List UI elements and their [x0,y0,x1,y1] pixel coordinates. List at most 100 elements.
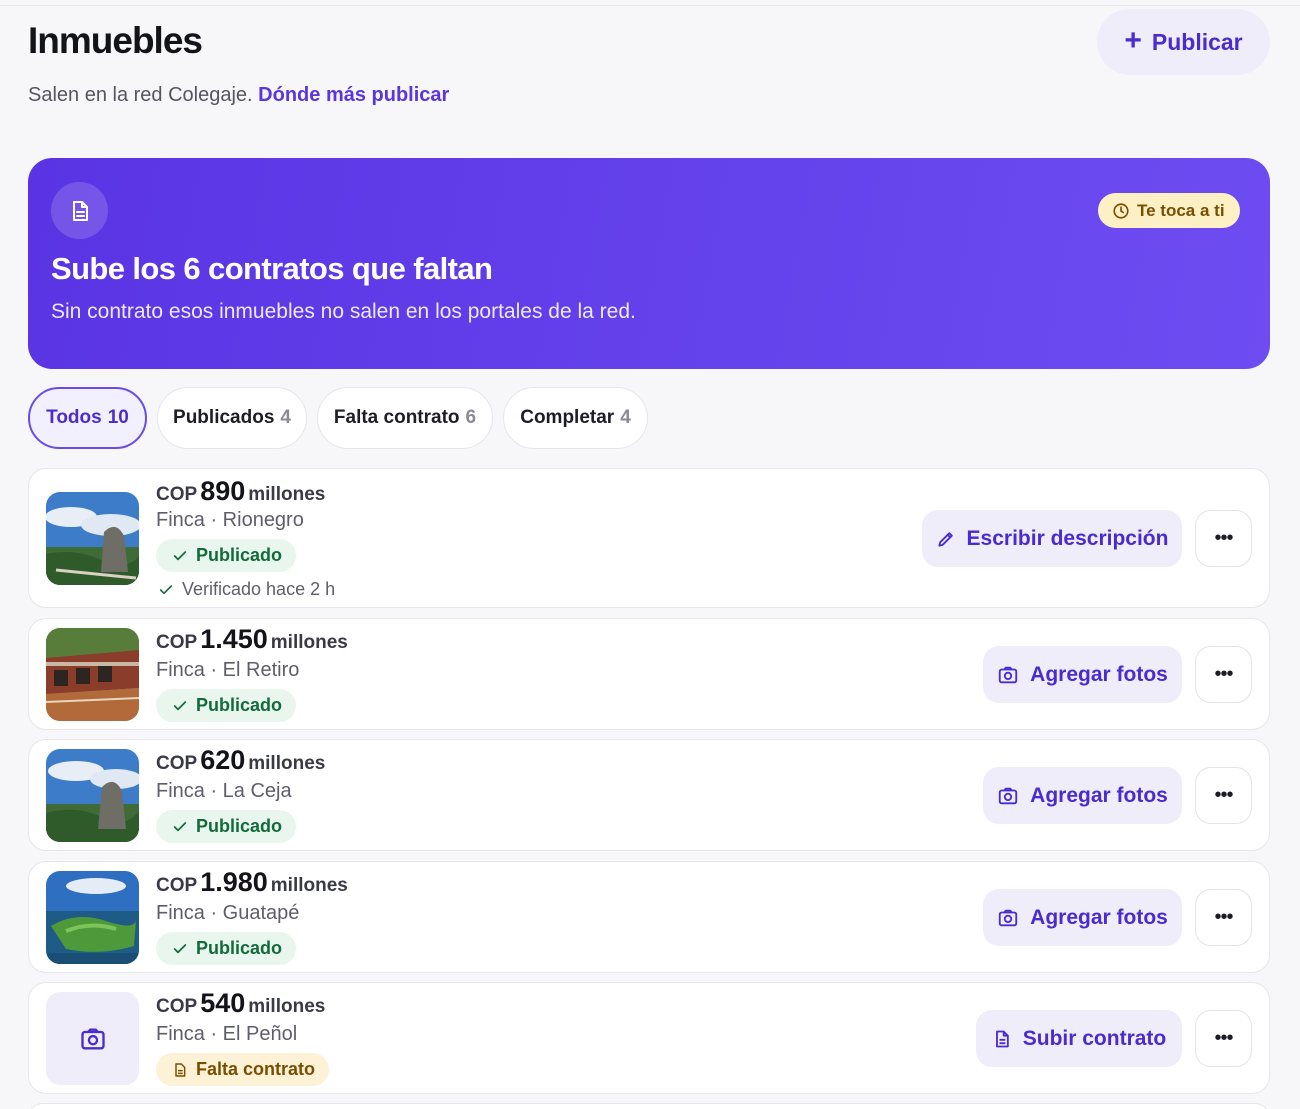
status-label: Publicado [196,938,283,958]
listing-photo [46,492,139,585]
pencil-icon [937,531,953,547]
price-amount: 1.450 [200,624,268,654]
ellipsis-icon: ••• [1214,663,1233,685]
more-options-button[interactable]: ••• [1195,889,1252,946]
status-label: Publicado [196,695,283,715]
action-label: Agregar fotos [1030,662,1168,686]
action-label: Agregar fotos [1030,905,1168,929]
tab-all[interactable]: Todos 10 [28,387,147,449]
more-options-button[interactable]: ••• [1195,510,1252,567]
upload-contract-button[interactable]: Subir contrato [976,1010,1182,1067]
status-label: Publicado [196,545,283,565]
price-unit: millones [248,753,326,774]
action-label: Escribir descripción [966,526,1169,550]
currency: COP [156,875,198,896]
contracts-banner: Sube los 6 contratos que faltan Sin cont… [28,158,1270,369]
check-icon [173,943,187,953]
price-amount: 1.980 [200,867,268,897]
camera-icon [998,666,1018,683]
status-label: Falta contrato [196,1059,316,1079]
top-divider [0,5,1300,6]
page-subtitle: Salen en la red Colegaje. Dónde más publ… [28,84,449,107]
listing-location: Finca · Rionegro [156,509,304,531]
status-badge: Publicado [156,932,297,965]
tab-count: 6 [465,407,477,428]
tab-count: 10 [107,407,129,428]
listing-price: COP 890 millones [156,476,325,507]
check-icon [173,550,187,560]
publish-button[interactable]: + Publicar [1097,9,1270,75]
add-photos-button[interactable]: Agregar fotos [983,767,1182,824]
listing-card[interactable]: COP 1.450 millones Finca · El Retiro Publi… [28,618,1270,730]
price-amount: 620 [200,745,246,775]
listing-card[interactable]: COP 1.980 millones Finca · Guatapé Publica… [28,861,1270,973]
listing-price: COP 620 millones [156,745,325,776]
listing-photo [46,871,139,964]
document-icon [175,1062,186,1077]
listing-photo [46,749,139,842]
status-badge: Publicado [156,539,297,572]
tab-published[interactable]: Publicados 4 [157,387,307,449]
price-amount: 540 [200,988,246,1018]
tab-missing-contract[interactable]: Falta contrato 6 [317,387,493,449]
ellipsis-icon: ••• [1214,784,1233,806]
clock-icon [1113,202,1129,219]
subtitle-text: Salen en la red Colegaje. [28,84,253,106]
more-options-button[interactable]: ••• [1195,1010,1252,1067]
tab-complete[interactable]: Completar 4 [503,387,648,449]
where-else-publish-link[interactable]: Dónde más publicar [258,84,449,106]
currency: COP [156,753,198,774]
check-icon [159,584,173,594]
listing-price: COP 540 millones [156,988,325,1019]
listing-price: COP 1.450 millones [156,624,348,655]
banner-title: Sube los 6 contratos que faltan [51,251,493,286]
banner-text: Sin contrato esos inmuebles no salen en … [51,300,636,323]
tab-label: Publicados [173,407,275,428]
ellipsis-icon: ••• [1214,906,1233,928]
tab-count: 4 [280,407,291,428]
listing-card[interactable]: COP 620 millones Finca · La Ceja Publicado… [28,739,1270,851]
listing-card[interactable]: COP 540 millones Finca · El Peñol Falta co… [28,982,1270,1094]
publish-button-label: Publicar [1151,28,1243,55]
currency: COP [156,632,198,653]
page-title: Inmuebles [28,20,203,61]
price-unit: millones [270,632,348,653]
status-badge: Publicado [156,689,297,722]
status-badge: Publicado [156,810,297,843]
tab-label: Completar [520,407,615,428]
tab-count: 4 [620,407,631,428]
more-options-button[interactable]: ••• [1195,767,1252,824]
add-photos-button[interactable]: Agregar fotos [983,646,1182,703]
plus-icon: + [1124,24,1142,57]
ellipsis-icon: ••• [1214,527,1233,549]
listing-location: Finca · Guatapé [156,902,300,924]
photo-placeholder[interactable] [46,992,139,1085]
price-amount: 890 [200,476,246,506]
verified-note: Verificado hace 2 h [158,579,335,600]
write-description-button[interactable]: Escribir descripción [922,510,1182,567]
document-icon [51,182,108,239]
check-icon [173,821,187,831]
listing-price: COP 1.980 millones [156,867,348,898]
listing-card[interactable]: COP 890 millones Finca · Rionegro Publicad… [28,468,1270,608]
action-label: Subir contrato [1022,1026,1167,1050]
status-badge: Falta contrato [156,1053,330,1086]
listing-location: Finca · El Peñol [156,1023,298,1045]
listing-photo [46,628,139,721]
listing-card[interactable] [28,1103,1270,1109]
more-options-button[interactable]: ••• [1195,646,1252,703]
add-photos-button[interactable]: Agregar fotos [983,889,1182,946]
currency: COP [156,996,198,1017]
tab-label: Todos [46,407,102,428]
your-turn-label: Te toca a ti [1137,200,1225,220]
check-icon [173,700,187,710]
currency: COP [156,484,198,505]
status-label: Publicado [196,816,283,836]
price-unit: millones [248,484,326,505]
document-icon [995,1030,1009,1047]
listing-location: Finca · El Retiro [156,659,300,681]
camera-icon [998,787,1018,804]
price-unit: millones [248,996,326,1017]
ellipsis-icon: ••• [1214,1027,1233,1049]
action-label: Agregar fotos [1030,783,1168,807]
